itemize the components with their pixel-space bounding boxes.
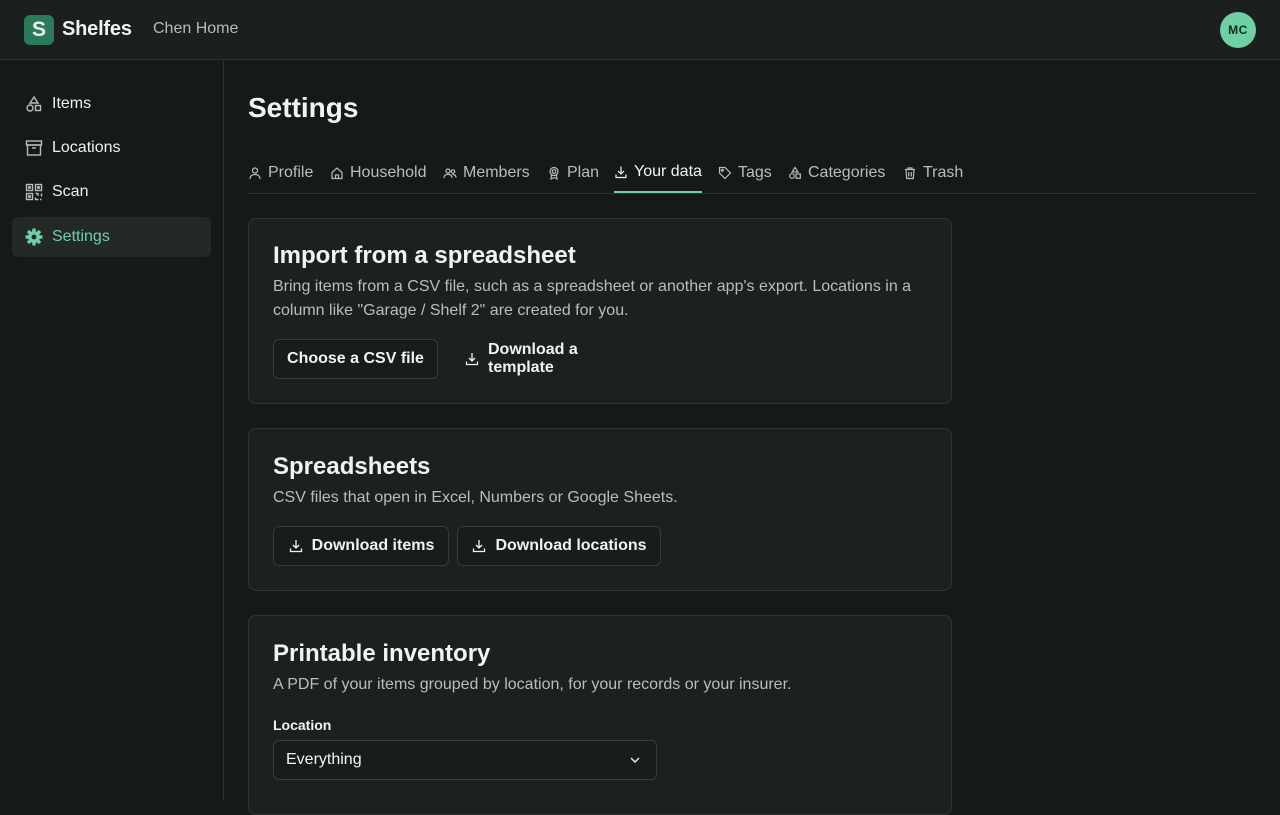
user-icon <box>248 166 262 180</box>
household-name[interactable]: Chen Home <box>153 20 238 38</box>
card-title: Spreadsheets <box>273 453 431 480</box>
tab-label: Tags <box>738 163 772 181</box>
logo-icon[interactable]: S <box>24 15 54 45</box>
tab-label: Household <box>350 163 427 181</box>
tab-label: Your data <box>634 162 702 180</box>
card-title: Import from a spreadsheet <box>273 242 576 269</box>
button-label: Choose a CSV file <box>287 350 424 367</box>
tab-members[interactable]: Members <box>443 152 530 193</box>
download-icon <box>288 538 304 554</box>
users-icon <box>443 166 457 180</box>
sidebar-item-label: Scan <box>52 183 89 200</box>
download-icon <box>471 538 487 554</box>
tab-categories[interactable]: Categories <box>788 152 885 193</box>
choose-csv-button[interactable]: Choose a CSV file <box>273 339 438 379</box>
download-items-button[interactable]: Download items <box>273 526 449 566</box>
download-icon <box>614 165 628 179</box>
tab-label: Profile <box>268 163 314 181</box>
card-description: A PDF of your items grouped by location,… <box>273 676 792 693</box>
tab-household[interactable]: Household <box>330 152 427 193</box>
user-avatar[interactable]: MC <box>1220 12 1256 48</box>
download-template-button[interactable]: Download a template <box>450 339 642 379</box>
card-description: CSV files that open in Excel, Numbers or… <box>273 489 678 506</box>
chevron-down-icon <box>628 753 642 767</box>
tab-trash[interactable]: Trash <box>903 152 963 193</box>
sidebar-item-settings[interactable]: Settings <box>12 217 211 257</box>
gear-icon <box>24 227 44 247</box>
sidebar-item-label: Locations <box>52 139 121 156</box>
printable-inventory-card: Printable inventory A PDF of your items … <box>248 615 952 815</box>
location-label: Location <box>273 717 332 733</box>
spreadsheets-card: Spreadsheets CSV files that open in Exce… <box>248 428 952 591</box>
top-bar: S Shelfes Chen Home MC <box>0 0 1280 60</box>
download-icon <box>464 351 480 367</box>
badge-icon <box>547 166 561 180</box>
home-icon <box>330 166 344 180</box>
shapes-icon <box>24 94 44 114</box>
import-card: Import from a spreadsheet Bring items fr… <box>248 218 952 404</box>
tab-label: Trash <box>923 163 964 181</box>
card-title: Printable inventory <box>273 640 491 667</box>
settings-tabs: Profile Household Members Plan Your data… <box>248 152 1256 194</box>
download-locations-button[interactable]: Download locations <box>457 526 661 566</box>
button-label: Download locations <box>495 537 647 554</box>
tab-label: Categories <box>808 163 886 181</box>
tab-plan[interactable]: Plan <box>547 152 599 193</box>
tag-icon <box>718 166 732 180</box>
archive-box-icon <box>24 138 44 158</box>
button-label: Download a template <box>488 341 578 376</box>
shapes-icon <box>788 165 802 180</box>
sidebar-item-label: Items <box>52 95 92 112</box>
tab-tags[interactable]: Tags <box>718 152 772 193</box>
sidebar-item-locations[interactable]: Locations <box>12 128 211 168</box>
card-description: Bring items from a CSV file, such as a s… <box>273 278 912 319</box>
sidebar: Items Locations Scan Settings <box>0 61 224 800</box>
tab-label: Members <box>463 163 530 181</box>
page-title: Settings <box>248 92 359 123</box>
sidebar-item-label: Settings <box>52 228 110 245</box>
trash-icon <box>903 166 917 180</box>
app-name[interactable]: Shelfes <box>62 18 132 41</box>
location-select[interactable]: Everything <box>273 740 657 780</box>
sidebar-item-scan[interactable]: Scan <box>12 172 211 212</box>
sidebar-item-items[interactable]: Items <box>12 84 211 124</box>
tab-profile[interactable]: Profile <box>248 152 313 193</box>
button-label: Download items <box>311 537 435 554</box>
tab-label: Plan <box>567 163 600 181</box>
qr-code-icon <box>24 182 44 202</box>
tab-your-data[interactable]: Your data <box>614 152 702 193</box>
location-select-value: Everything <box>286 751 362 768</box>
